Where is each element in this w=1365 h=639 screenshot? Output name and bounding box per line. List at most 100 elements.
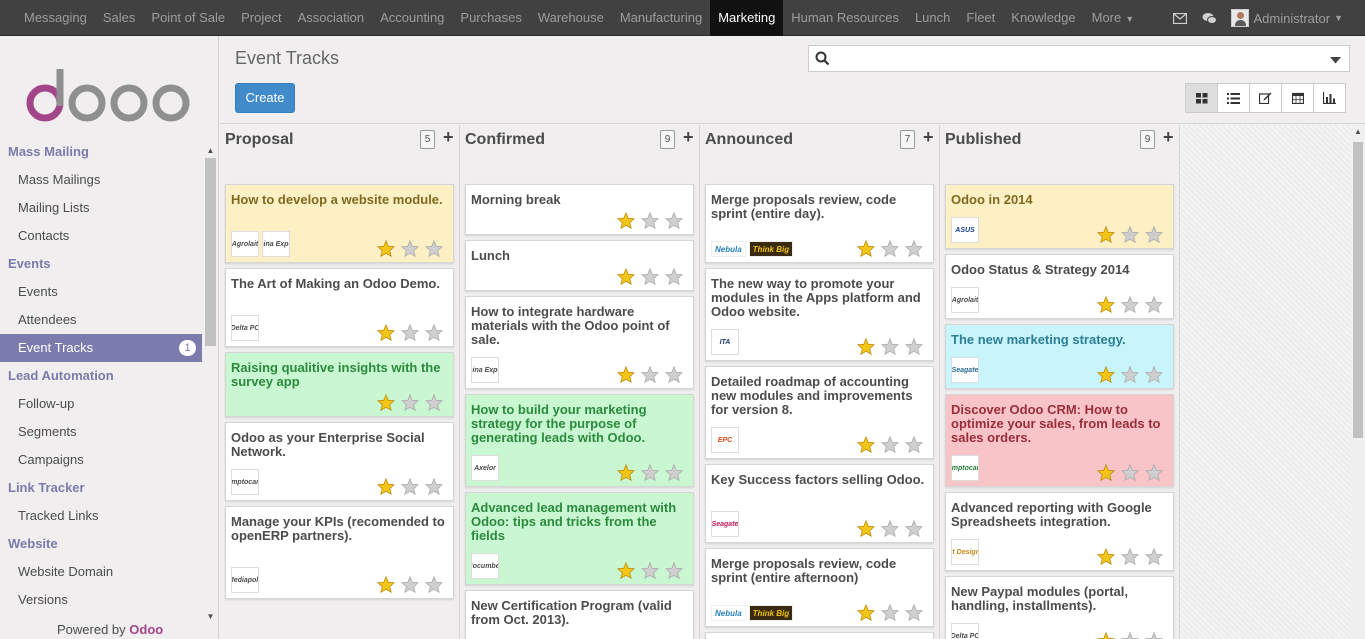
star-empty-icon[interactable] xyxy=(662,211,686,229)
kanban-card[interactable]: How to integrate hardware materials with… xyxy=(465,296,694,389)
star-empty-icon[interactable] xyxy=(1118,463,1142,481)
calendar-view-button[interactable] xyxy=(1281,83,1314,113)
star-empty-icon[interactable] xyxy=(878,239,902,257)
chat-icon[interactable] xyxy=(1195,0,1225,36)
quick-create-plus-icon[interactable]: + xyxy=(923,127,934,148)
sidebar-item-versions[interactable]: Versions xyxy=(0,586,202,614)
star-empty-icon[interactable] xyxy=(1142,295,1166,313)
star-empty-icon[interactable] xyxy=(638,211,662,229)
kanban-card[interactable]: How to build your marketing strategy for… xyxy=(465,394,694,487)
star-empty-icon[interactable] xyxy=(1118,365,1142,383)
star-empty-icon[interactable] xyxy=(422,575,446,593)
sidebar-scrollbar[interactable]: ▲ ▼ xyxy=(202,146,219,621)
star-empty-icon[interactable] xyxy=(662,267,686,285)
star-empty-icon[interactable] xyxy=(638,365,662,383)
sidebar-item-follow-up[interactable]: Follow-up xyxy=(0,390,202,418)
star-empty-icon[interactable] xyxy=(902,337,926,355)
star-empty-icon[interactable] xyxy=(878,337,902,355)
sidebar-item-segments[interactable]: Segments xyxy=(0,418,202,446)
star-empty-icon[interactable] xyxy=(398,575,422,593)
kanban-card[interactable]: Advanced lead management with Odoo: tips… xyxy=(465,492,694,585)
scroll-thumb[interactable] xyxy=(205,158,216,346)
star-filled-icon[interactable] xyxy=(854,519,878,537)
kanban-card[interactable]: Merge proposals review, code sprint (ent… xyxy=(705,184,934,263)
star-filled-icon[interactable] xyxy=(854,239,878,257)
create-button[interactable]: Create xyxy=(235,83,295,113)
menu-purchases[interactable]: Purchases xyxy=(452,0,529,36)
star-empty-icon[interactable] xyxy=(1118,295,1142,313)
kanban-card[interactable]: Key Success factors selling Odoo. Seagat… xyxy=(705,464,934,543)
sidebar-item-contacts[interactable]: Contacts xyxy=(0,222,202,250)
star-empty-icon[interactable] xyxy=(662,365,686,383)
sidebar-item-mailing-lists[interactable]: Mailing Lists xyxy=(0,194,202,222)
star-empty-icon[interactable] xyxy=(638,561,662,579)
kanban-card[interactable]: Odoo Status & Strategy 2014 Agrolait xyxy=(945,254,1174,319)
kanban-card[interactable] xyxy=(705,632,934,639)
star-empty-icon[interactable] xyxy=(662,561,686,579)
graph-view-button[interactable] xyxy=(1313,83,1346,113)
powered-by-link[interactable]: Odoo xyxy=(129,622,163,637)
menu-more[interactable]: More ▼ xyxy=(1084,0,1143,36)
scroll-up-arrow-icon[interactable]: ▲ xyxy=(1353,127,1363,136)
star-empty-icon[interactable] xyxy=(422,477,446,495)
star-empty-icon[interactable] xyxy=(422,239,446,257)
search-options-caret-icon[interactable] xyxy=(1330,52,1341,67)
menu-lunch[interactable]: Lunch xyxy=(907,0,958,36)
odoo-logo[interactable] xyxy=(26,66,194,122)
star-empty-icon[interactable] xyxy=(902,239,926,257)
menu-point-of-sale[interactable]: Point of Sale xyxy=(143,0,233,36)
star-filled-icon[interactable] xyxy=(1094,631,1118,639)
star-empty-icon[interactable] xyxy=(638,267,662,285)
star-filled-icon[interactable] xyxy=(854,337,878,355)
star-filled-icon[interactable] xyxy=(1094,225,1118,243)
kanban-card[interactable]: Odoo in 2014 ASUS xyxy=(945,184,1174,249)
scroll-thumb[interactable] xyxy=(1353,142,1363,438)
kanban-card[interactable]: The Art of Making an Odoo Demo. Delta PC xyxy=(225,268,454,347)
quick-create-plus-icon[interactable]: + xyxy=(1163,127,1174,148)
star-filled-icon[interactable] xyxy=(374,477,398,495)
star-filled-icon[interactable] xyxy=(614,267,638,285)
menu-warehouse[interactable]: Warehouse xyxy=(530,0,612,36)
menu-project[interactable]: Project xyxy=(233,0,289,36)
star-empty-icon[interactable] xyxy=(662,463,686,481)
menu-messaging[interactable]: Messaging xyxy=(16,0,95,36)
main-scrollbar[interactable]: ▲ xyxy=(1351,125,1365,639)
star-empty-icon[interactable] xyxy=(398,477,422,495)
star-empty-icon[interactable] xyxy=(1142,365,1166,383)
star-empty-icon[interactable] xyxy=(398,393,422,411)
kanban-card[interactable]: How to develop a website module. Agrolai… xyxy=(225,184,454,263)
star-filled-icon[interactable] xyxy=(614,561,638,579)
star-empty-icon[interactable] xyxy=(902,435,926,453)
envelope-icon[interactable] xyxy=(1165,0,1195,36)
star-empty-icon[interactable] xyxy=(1118,547,1142,565)
star-empty-icon[interactable] xyxy=(1118,225,1142,243)
kanban-view-button[interactable] xyxy=(1185,83,1218,113)
star-empty-icon[interactable] xyxy=(878,603,902,621)
list-view-button[interactable] xyxy=(1217,83,1250,113)
kanban-card[interactable]: Merge proposals review, code sprint (ent… xyxy=(705,548,934,627)
star-empty-icon[interactable] xyxy=(1118,631,1142,639)
user-menu[interactable]: Administrator ▼ xyxy=(1230,9,1343,27)
kanban-card[interactable]: Discover Odoo CRM: How to optimize your … xyxy=(945,394,1174,487)
kanban-card[interactable]: New Certification Program (valid from Oc… xyxy=(465,590,694,639)
star-filled-icon[interactable] xyxy=(374,239,398,257)
sidebar-item-campaigns[interactable]: Campaigns xyxy=(0,446,202,474)
sidebar-item-mass-mailings[interactable]: Mass Mailings xyxy=(0,166,202,194)
kanban-card[interactable]: The new way to promote your modules in t… xyxy=(705,268,934,361)
star-empty-icon[interactable] xyxy=(422,323,446,341)
star-empty-icon[interactable] xyxy=(1142,225,1166,243)
menu-marketing[interactable]: Marketing xyxy=(710,0,784,36)
quick-create-plus-icon[interactable]: + xyxy=(683,127,694,148)
kanban-card[interactable]: Manage your KPIs (recomended to openERP … xyxy=(225,506,454,599)
star-empty-icon[interactable] xyxy=(1142,547,1166,565)
scroll-up-arrow-icon[interactable]: ▲ xyxy=(205,146,216,155)
kanban-card[interactable]: Morning break xyxy=(465,184,694,235)
star-filled-icon[interactable] xyxy=(1094,547,1118,565)
star-empty-icon[interactable] xyxy=(1142,631,1166,639)
star-empty-icon[interactable] xyxy=(1142,463,1166,481)
star-empty-icon[interactable] xyxy=(422,393,446,411)
star-empty-icon[interactable] xyxy=(638,463,662,481)
star-filled-icon[interactable] xyxy=(854,435,878,453)
star-empty-icon[interactable] xyxy=(878,435,902,453)
search-box[interactable] xyxy=(808,45,1350,72)
